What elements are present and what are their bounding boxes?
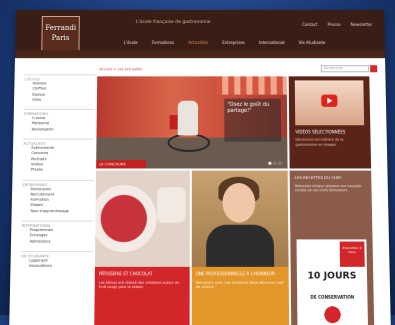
promo-ad[interactable]: Exposition à Paris 10 JOURS DE CONSERVAT… — [296, 239, 369, 325]
promo-headline: 10 JOURS — [307, 271, 357, 282]
breadcrumb[interactable]: Accueil > Les actualités — [99, 67, 142, 71]
util-link-presse[interactable]: Presse — [328, 22, 341, 27]
play-icon[interactable] — [321, 94, 338, 107]
sidebar-item[interactable]: Sites — [24, 98, 95, 103]
hero-slider[interactable]: "Osez le goût du partage!" LE CONCOURS ●… — [96, 76, 288, 169]
util-link-newsletter[interactable]: Newsletter — [351, 22, 373, 27]
slider-dots[interactable]: ● ○ ○ — [268, 160, 281, 165]
main-nav-bar — [14, 50, 386, 59]
video-block[interactable]: VIDÉOS SÉLECTIONNÉES Découvrez les métie… — [288, 76, 372, 169]
hero-quote: "Osez le goût du partage!" — [224, 98, 282, 142]
red-panel-title: PÂTISSERIE ET CHOCOLAT — [98, 271, 153, 277]
portrait-face — [222, 183, 256, 223]
logo-line2: Paris — [51, 34, 70, 43]
recipes-body: Retrouvez chaque semaine une nouvelle re… — [294, 184, 362, 193]
browser-page: Ferrandi Paris L'école française de gast… — [9, 10, 391, 325]
recipes-title: LES RECETTES DU CHEF — [294, 174, 342, 180]
portrait-body — [206, 224, 275, 267]
search-icon[interactable] — [370, 65, 378, 73]
cyclist-graphic — [177, 100, 198, 136]
logo-line1: Ferrandi — [45, 23, 77, 33]
sidebar: L'ÉCOLE Histoire Chiffres Équipe Sites FORMAT… — [20, 68, 96, 270]
main-nav: L'école Formations Actualités Entreprise… — [124, 40, 326, 45]
sidebar-group-title: FORMATIONS — [23, 109, 95, 117]
site-logo[interactable]: Ferrandi Paris — [41, 15, 80, 53]
utility-links: Contact Presse Newsletter — [302, 22, 372, 27]
bicycle-graphic — [167, 133, 211, 152]
site-tagline: L'école française de gastronomie — [135, 19, 211, 25]
hero-label[interactable]: LE CONCOURS — [96, 160, 147, 169]
promo-badge: Exposition à Paris — [339, 241, 365, 267]
nav-item-formations[interactable]: Formations — [152, 40, 174, 45]
orange-news-panel[interactable]: UNE PROFESSIONNELLE À L'HONNEUR Rencontr… — [191, 266, 290, 325]
orange-panel-body: Rencontre avec une ancienne élève devenu… — [195, 280, 284, 290]
red-panel-body: Les élèves ont réalisé des créations aut… — [98, 280, 180, 290]
portrait-image[interactable] — [191, 170, 289, 267]
sidebar-group-title: ACTUALITÉS — [23, 138, 95, 146]
sidebar-group-title: VIE ÉTUDIANTE — [20, 250, 94, 259]
sidebar-item[interactable]: Taxe d'apprentissage — [22, 209, 94, 215]
orange-panel-title: UNE PROFESSIONNELLE À L'HONNEUR — [195, 271, 276, 277]
promo-subline: DE CONSERVATION — [310, 294, 355, 300]
site-header: Ferrandi Paris L'école française de gast… — [14, 10, 386, 59]
bowl-graphic — [156, 187, 186, 223]
sidebar-item[interactable]: Boulangerie — [24, 127, 95, 132]
nav-item-entreprises[interactable]: Entreprises — [222, 40, 245, 45]
promo-art — [315, 302, 350, 325]
util-link-contact[interactable]: Contact — [302, 22, 318, 27]
fruit-image[interactable] — [94, 170, 190, 267]
video-subtitle: Découvrez les métiers de la gastronomie … — [295, 137, 344, 147]
search-input[interactable]: Rechercher — [320, 65, 370, 73]
nav-item-ecole[interactable]: L'école — [124, 40, 138, 45]
sidebar-group-title: INTERNATIONAL — [21, 220, 94, 228]
sidebar-group-title: L'ÉCOLE — [24, 74, 96, 82]
nav-item-international[interactable]: International — [259, 40, 285, 45]
nav-item-vie-etudiante[interactable]: Vie étudiante — [299, 40, 326, 45]
sidebar-item[interactable]: Associations — [21, 264, 93, 270]
sidebar-item[interactable]: Presse — [23, 168, 94, 173]
sidebar-group-title: ENTREPRISES — [22, 179, 94, 187]
nav-item-actualites[interactable]: Actualités — [188, 40, 208, 45]
red-news-panel[interactable]: PÂTISSERIE ET CHOCOLAT Les élèves ont ré… — [94, 266, 190, 325]
sidebar-item[interactable]: Admissions — [21, 239, 93, 245]
awning-graphic — [216, 76, 287, 95]
video-title: VIDÉOS SÉLECTIONNÉES — [295, 129, 346, 135]
